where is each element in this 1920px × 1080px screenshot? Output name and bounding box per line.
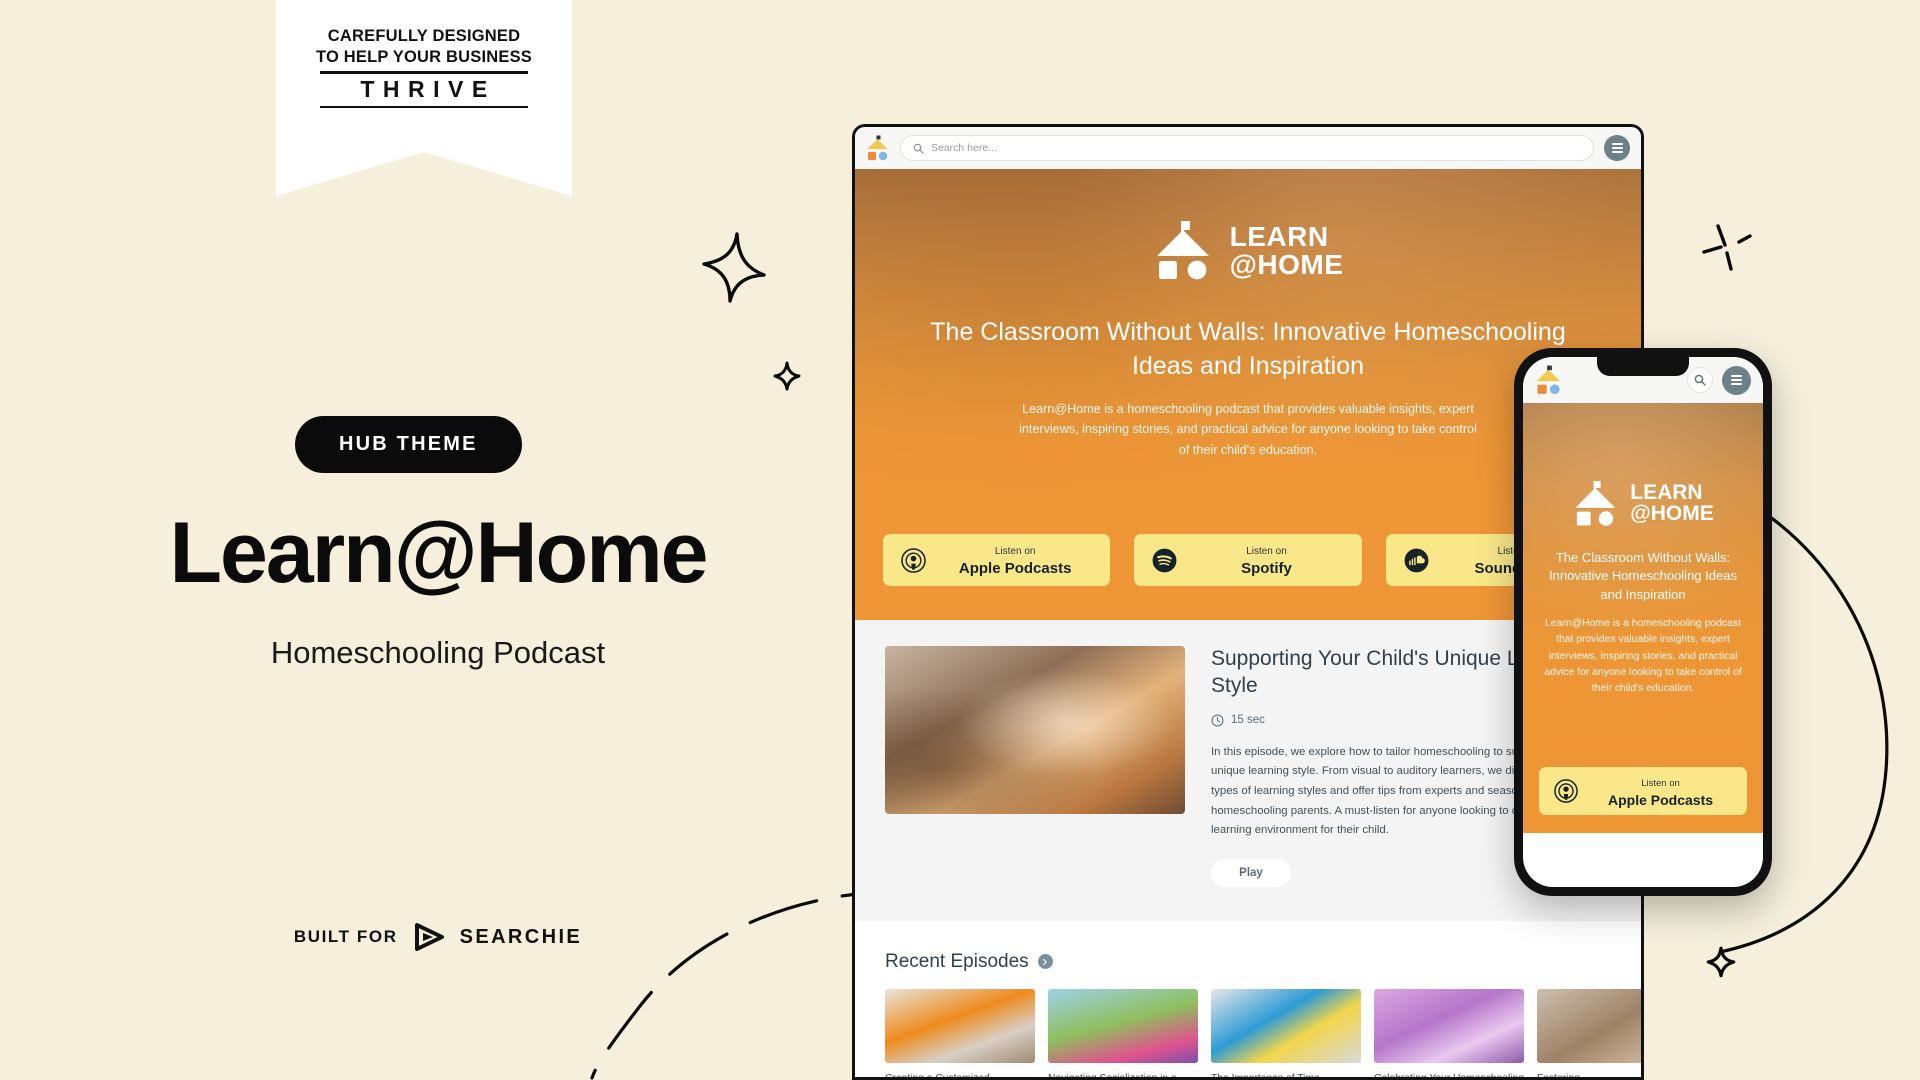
recent-episode-list: Creating a Customized Curriculum Navigat… <box>885 988 1641 1080</box>
spotify-icon <box>1152 548 1177 572</box>
platform-small-label: Listen on <box>994 546 1036 558</box>
built-for-brand: SEARCHIE <box>459 925 583 948</box>
learn-at-home-house-icon[interactable] <box>866 135 890 161</box>
search-icon <box>913 143 924 154</box>
apple-podcasts-icon <box>1554 779 1578 803</box>
menu-button[interactable] <box>1722 365 1751 395</box>
featured-episode-thumbnail[interactable] <box>885 646 1185 814</box>
platform-name: Apple Podcasts <box>1607 792 1714 808</box>
clock-icon <box>1211 714 1224 727</box>
hero-brand-line-2: @HOME <box>1229 249 1344 281</box>
hero-headline: The Classroom Without Walls: Innovative … <box>930 318 1566 380</box>
recent-episodes-heading: Recent Episodes <box>885 950 1029 972</box>
episode-thumbnail <box>1211 988 1361 1063</box>
ribbon-line-1: CAREFULLY DESIGNED <box>327 27 521 45</box>
phone-brand-lockup: LEARN @HOME <box>1523 481 1763 527</box>
learn-at-home-house-icon <box>1575 481 1616 526</box>
episode-title: Navigating Socialization in a Homeschool… <box>1048 1072 1177 1080</box>
learn-at-home-house-icon <box>1156 221 1209 280</box>
phone-notch <box>1597 357 1689 376</box>
menu-button[interactable] <box>1604 135 1630 161</box>
episode-title: The Importance of Time Management and Or… <box>1211 1072 1320 1080</box>
list-item[interactable]: Creating a Customized Curriculum <box>885 988 1035 1080</box>
list-item[interactable]: Navigating Socialization in a Homeschool… <box>1048 988 1198 1080</box>
episode-thumbnail <box>885 988 1035 1063</box>
sparkle-star-large-icon <box>702 232 766 303</box>
phone-brand-line-1: LEARN <box>1630 480 1703 504</box>
hub-theme-badge: HUB THEME <box>295 416 522 473</box>
hero-description: Learn@Home is a homeschooling podcast th… <box>1019 402 1477 457</box>
built-for-label: BUILT FOR <box>293 927 398 946</box>
soundcloud-icon <box>1404 548 1429 572</box>
phone-brand-line-2: @HOME <box>1630 502 1714 526</box>
play-button[interactable]: Play <box>1211 858 1291 887</box>
browser-top-bar: Search here... <box>855 127 1641 169</box>
episode-title: Creating a Customized Curriculum <box>885 1072 990 1080</box>
search-placeholder-text: Search here... <box>931 142 997 154</box>
listen-on-apple-podcasts-button[interactable]: Listen on Apple Podcasts <box>883 534 1111 586</box>
phone-hero-description: Learn@Home is a homeschooling podcast th… <box>1544 618 1742 694</box>
listen-on-apple-podcasts-button[interactable]: Listen on Apple Podcasts <box>1539 767 1747 815</box>
ribbon-divider-top <box>320 71 528 74</box>
hero-brand-line-1: LEARN <box>1229 220 1329 252</box>
list-item[interactable]: Fostering <box>1537 988 1641 1080</box>
platform-small-label: Listen on <box>1246 546 1287 558</box>
episode-thumbnail <box>1048 988 1198 1063</box>
recent-episodes-header: Recent Episodes <box>885 951 1611 973</box>
apple-podcasts-icon <box>901 547 926 573</box>
search-input[interactable]: Search here... <box>900 135 1594 161</box>
sparkle-star-small-icon <box>773 361 801 391</box>
page-title: Learn@Home <box>169 505 709 601</box>
platform-name: Apple Podcasts <box>958 560 1072 577</box>
sparkle-star-bottom-right-icon <box>1706 946 1736 978</box>
episode-thumbnail <box>1537 988 1641 1063</box>
searchie-play-logo-icon <box>414 923 444 951</box>
promo-poster: CAREFULLY DESIGNED TO HELP YOUR BUSINESS… <box>0 0 1920 1080</box>
platform-small-label: Listen on <box>1641 777 1680 789</box>
hero-brand-lockup: LEARN @HOME <box>855 221 1641 281</box>
ribbon-line-3: THRIVE <box>360 75 496 102</box>
list-item[interactable]: Celebrating Your Homeschooling Journey a… <box>1374 988 1524 1080</box>
search-icon <box>1694 374 1706 386</box>
phone-hero-headline: The Classroom Without Walls: Innovative … <box>1549 550 1737 602</box>
phone-platform-row: Listen on Apple Podcasts <box>1523 753 1763 833</box>
ribbon-divider-bottom <box>320 105 528 109</box>
featured-duration-text: 15 sec <box>1231 714 1265 727</box>
chevron-right-circle-icon[interactable] <box>1037 954 1053 970</box>
sparkle-burst-icon <box>1702 224 1752 271</box>
episode-thumbnail <box>1374 988 1524 1063</box>
episode-title: Fostering <box>1537 1072 1580 1080</box>
episode-title: Celebrating Your Homeschooling Journey a… <box>1374 1072 1524 1080</box>
listen-on-spotify-button[interactable]: Listen on Spotify <box>1134 534 1362 586</box>
recent-episodes-section: Recent Episodes Creating a Customized Cu… <box>855 920 1641 1080</box>
phone-mockup: LEARN @HOME The Classroom Without Walls:… <box>1514 348 1772 896</box>
page-subtitle: Homeschooling Podcast <box>270 635 606 670</box>
list-item[interactable]: The Importance of Time Management and Or… <box>1211 988 1361 1080</box>
search-button[interactable] <box>1687 367 1713 393</box>
built-for-credit: BUILT FOR SEARCHIE <box>128 922 748 952</box>
hamburger-icon <box>1731 375 1742 385</box>
ribbon-line-2: TO HELP YOUR BUSINESS <box>315 48 532 67</box>
phone-hero-section: LEARN @HOME The Classroom Without Walls:… <box>1523 403 1763 753</box>
hamburger-icon <box>1611 143 1623 153</box>
ribbon-banner: CAREFULLY DESIGNED TO HELP YOUR BUSINESS… <box>276 0 572 196</box>
platform-name: Spotify <box>1241 560 1292 577</box>
